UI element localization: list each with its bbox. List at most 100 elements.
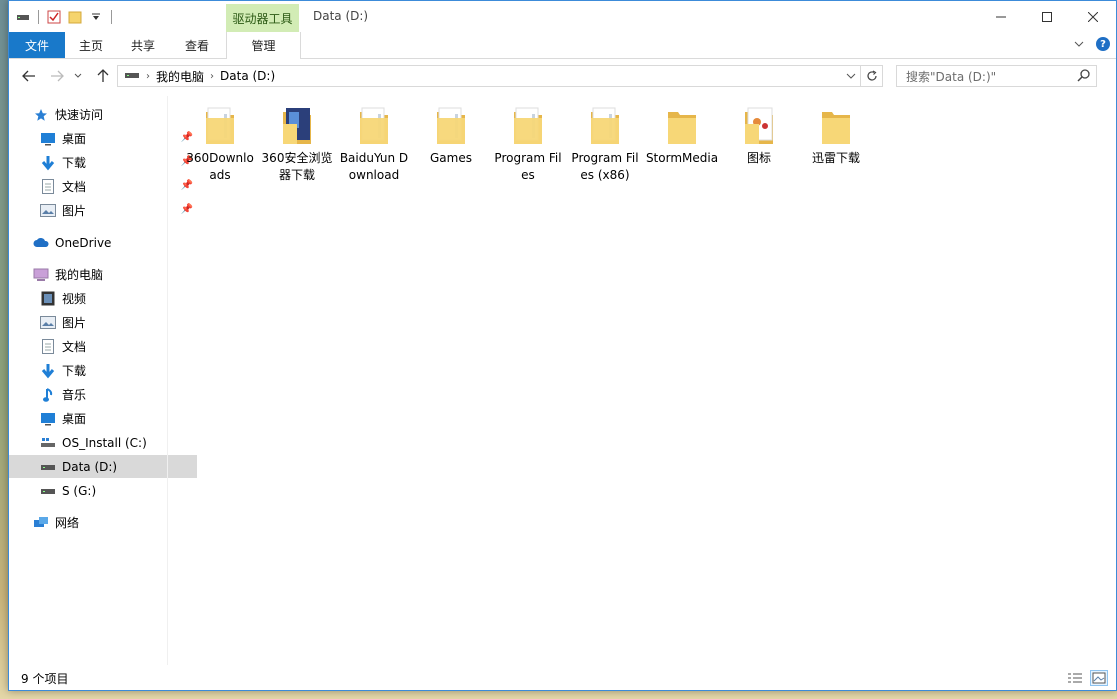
separator [111,10,112,24]
drive-icon [40,483,56,499]
sidebar-item-label: 下载 [62,156,87,170]
tab-view[interactable]: 查看 [177,32,217,58]
chevron-down-icon [74,73,82,78]
sidebar-item-onedrive[interactable]: OneDrive [9,231,190,254]
quick-access-toolbar [15,6,114,28]
search-icon[interactable] [1077,69,1090,85]
navigation-pane: 快速访问 桌面 📌 下载 📌 文档 📌 图片 📌 OneDrive 我的电脑 视… [9,96,197,665]
folder-icon [666,106,698,146]
sidebar-item-label: 我的电脑 [55,268,104,282]
download-icon [40,155,56,171]
close-icon [1088,11,1098,22]
folder-item[interactable]: StormMedia [645,106,719,167]
sidebar-item-label: 文档 [62,180,87,194]
large-icons-view-button[interactable] [1090,670,1108,686]
folder-label: StormMedia [645,151,719,165]
breadcrumb-chevron-icon[interactable]: › [146,71,150,82]
up-arrow-icon [97,69,109,82]
sidebar-item-my-computer[interactable]: 我的电脑 [9,263,190,286]
folder-icon [204,106,236,146]
details-view-icon [1068,673,1082,683]
customize-toolbar-chevron-icon[interactable] [88,9,104,25]
status-bar: 9 个项目 [9,666,1116,690]
explorer-window: 驱动器工具 Data (D:) 文件 主页 共享 查看 管理 ? › 我的电脑 … [8,0,1117,691]
maximize-button[interactable] [1024,1,1070,32]
pictures-icon [40,203,56,219]
document-icon [40,179,56,195]
refresh-icon [866,70,877,81]
folder-item[interactable]: BaiduYun Download [337,106,411,184]
folder-item[interactable]: 图标 [722,106,796,167]
breadcrumb-data-drive[interactable]: Data (D:) [220,69,275,83]
folder-icon [512,106,544,146]
sidebar-item-quick-access[interactable]: 快速访问 [9,103,190,126]
minimize-icon [996,16,1006,17]
search-box[interactable]: 搜索"Data (D:)" [896,65,1097,87]
sidebar-item-label: 网络 [55,516,80,530]
tab-file[interactable]: 文件 [9,32,65,58]
refresh-button[interactable] [860,66,882,86]
ribbon-tabs: 文件 主页 共享 查看 管理 ? [9,32,1116,59]
sidebar-item-label: OneDrive [55,235,112,250]
file-list[interactable]: 360Downloads 360安全浏览器下载 BaiduYun Downloa… [167,96,1116,665]
address-dropdown-button[interactable] [842,66,860,86]
forward-button[interactable] [47,66,67,86]
ribbon-controls: ? [1074,37,1110,51]
breadcrumb: › 我的电脑 › Data (D:) [124,68,275,85]
forward-arrow-icon [51,70,64,82]
close-button[interactable] [1070,1,1116,32]
tab-share[interactable]: 共享 [123,32,163,58]
folder-label: Program Files [494,151,562,182]
item-count: 9 个项目 [21,671,69,686]
up-button[interactable] [93,66,113,86]
minimize-button[interactable] [978,1,1024,32]
desktop-icon [40,131,56,147]
sidebar-item-label: 下载 [62,364,87,378]
sidebar-item-label: 图片 [62,316,87,330]
folder-item[interactable]: 360安全浏览器下载 [260,106,334,184]
address-bar[interactable]: › 我的电脑 › Data (D:) [117,65,883,87]
drive-tools-header: 驱动器工具 [226,4,299,32]
details-view-button[interactable] [1066,670,1084,686]
drive-icon[interactable] [15,9,31,25]
sidebar-item-network[interactable]: 网络 [9,511,190,534]
folder-label: 迅雷下载 [811,151,860,165]
recent-locations-button[interactable] [71,66,85,86]
folder-label: Program Files (x86) [571,151,639,182]
cloud-icon [33,235,49,251]
breadcrumb-chevron-icon[interactable]: › [210,71,214,82]
sidebar-item-label: 视频 [62,292,87,306]
computer-icon [33,267,49,283]
folder-item[interactable]: 360Downloads [183,106,257,184]
tab-manage[interactable]: 管理 [226,32,301,59]
large-icons-view-icon [1092,672,1106,684]
new-folder-icon[interactable] [67,9,83,25]
properties-icon[interactable] [46,9,62,25]
star-icon [33,107,49,123]
folder-item[interactable]: Games [414,106,488,167]
folder-icon [435,106,467,146]
folder-label: Games [430,151,472,165]
folder-item[interactable]: Program Files (x86) [568,106,642,184]
expand-ribbon-chevron-icon[interactable] [1074,37,1084,51]
back-button[interactable] [19,66,39,86]
breadcrumb-my-computer[interactable]: 我的电脑 [156,68,204,85]
navigation-bar: › 我的电脑 › Data (D:) 搜索"Data (D:)" [9,63,1116,89]
sidebar-item-label: 图片 [62,204,87,218]
chevron-down-icon [846,73,856,79]
folder-icon [743,106,775,146]
network-icon [33,515,49,531]
folder-icon [358,106,390,146]
maximize-icon [1042,11,1052,22]
window-title: Data (D:) [313,9,369,23]
search-placeholder: 搜索"Data (D:)" [906,69,997,84]
sidebar-item-label: 桌面 [62,412,87,426]
help-icon[interactable]: ? [1096,37,1110,51]
tab-home[interactable]: 主页 [71,32,111,58]
folder-item[interactable]: Program Files [491,106,565,184]
title-bar: 驱动器工具 Data (D:) [9,1,1116,32]
pictures-icon [40,315,56,331]
folder-item[interactable]: 迅雷下载 [799,106,873,167]
folder-label: BaiduYun Download [339,151,409,182]
sidebar-item-label: 桌面 [62,132,87,146]
